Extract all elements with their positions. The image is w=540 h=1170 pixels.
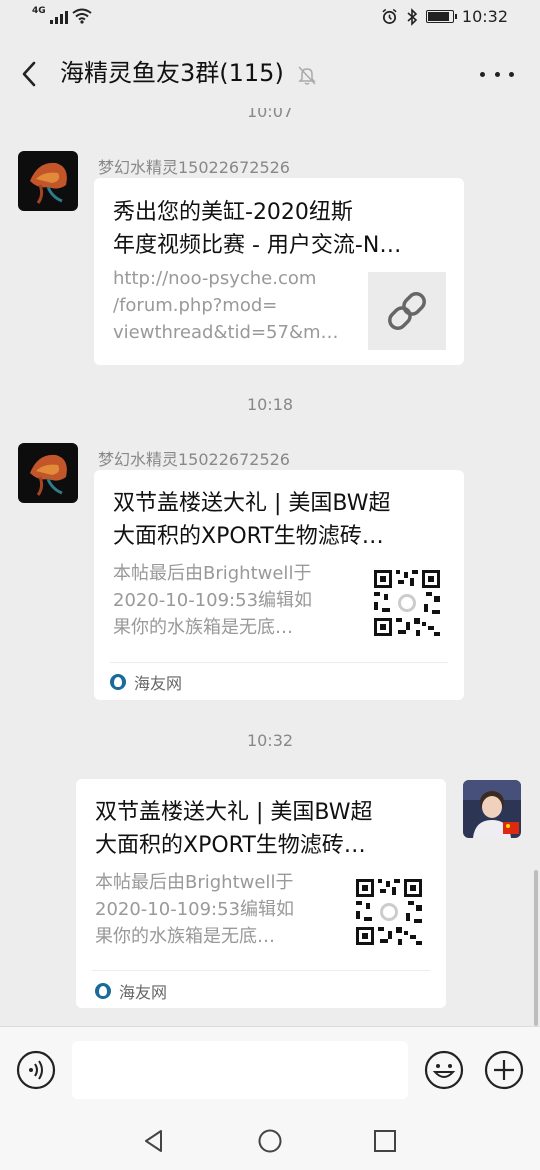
card-title: 秀出您的美缸-2020纽斯 年度视频比赛 - 用户交流-N… <box>113 200 402 258</box>
sender-avatar[interactable] <box>18 443 78 503</box>
more-options-button[interactable] <box>480 64 514 84</box>
chat-header: 海精灵鱼友3群(115) <box>0 38 540 108</box>
alarm-icon <box>382 8 397 24</box>
card-description: http://noo-psyche.com /forum.php?mod= vi… <box>113 268 339 343</box>
status-right: 10:32 <box>381 7 508 26</box>
nav-home-icon[interactable] <box>257 1128 283 1154</box>
system-nav-bar <box>0 1112 540 1170</box>
message-timestamp: 10:18 <box>246 395 294 414</box>
input-bar <box>0 1026 540 1112</box>
card-source: 海友网 <box>110 670 182 694</box>
card-source: 海友网 <box>95 979 167 1003</box>
link-card[interactable]: 双节盖楼送大礼 | 美国BW超 大面积的XPORT生物滤砖… 本帖最后由Brig… <box>76 779 446 1008</box>
signal-icon <box>49 10 68 24</box>
link-card[interactable]: 双节盖楼送大礼 | 美国BW超 大面积的XPORT生物滤砖… 本帖最后由Brig… <box>94 470 464 700</box>
sender-name: 梦幻水精灵15022672526 <box>98 158 290 177</box>
card-title: 双节盖楼送大礼 | 美国BW超 大面积的XPORT生物滤砖… <box>95 800 373 858</box>
self-avatar[interactable] <box>463 780 521 838</box>
scrollbar[interactable] <box>534 870 538 1026</box>
card-description: 本帖最后由Brightwell于 2020-10-109:53编辑如 果你的水族… <box>95 872 295 947</box>
sender-avatar[interactable] <box>18 151 78 211</box>
nav-recents-icon[interactable] <box>372 1128 398 1154</box>
source-logo-icon <box>110 674 126 690</box>
sender-name: 梦幻水精灵15022672526 <box>98 450 290 469</box>
qr-code <box>372 568 442 638</box>
back-button[interactable] <box>14 58 46 90</box>
signal-group: 4G <box>32 6 92 24</box>
source-name: 海友网 <box>119 983 168 1002</box>
network-type: 4G <box>32 6 46 16</box>
link-icon <box>368 272 446 350</box>
add-more-button[interactable] <box>484 1050 524 1090</box>
message-timestamp: 10:32 <box>246 731 294 750</box>
source-name: 海友网 <box>134 674 183 693</box>
battery-icon <box>425 10 457 23</box>
chat-title: 海精灵鱼友3群(115) <box>60 59 284 87</box>
emoji-button[interactable] <box>424 1050 464 1090</box>
voice-input-button[interactable] <box>16 1050 56 1090</box>
mute-bell-icon <box>298 66 316 85</box>
source-logo-icon <box>95 983 111 999</box>
message-input[interactable] <box>72 1041 408 1099</box>
wifi-icon <box>72 8 92 24</box>
clock: 10:32 <box>461 7 508 26</box>
status-bar: 4G 10:32 <box>0 0 540 38</box>
card-divider <box>92 970 430 971</box>
qr-code <box>354 877 424 947</box>
message-list[interactable]: 10:07 梦幻水精灵15022672526 秀出您的美缸-2020纽斯 年度视… <box>0 108 540 1026</box>
nav-back-icon[interactable] <box>141 1128 167 1154</box>
card-divider <box>110 662 448 663</box>
card-title: 双节盖楼送大礼 | 美国BW超 大面积的XPORT生物滤砖… <box>113 491 391 549</box>
card-description: 本帖最后由Brightwell于 2020-10-109:53编辑如 果你的水族… <box>113 563 313 638</box>
bluetooth-icon <box>407 7 418 26</box>
message-timestamp: 10:07 <box>246 108 294 121</box>
link-card[interactable]: 秀出您的美缸-2020纽斯 年度视频比赛 - 用户交流-N… http://no… <box>94 178 464 365</box>
